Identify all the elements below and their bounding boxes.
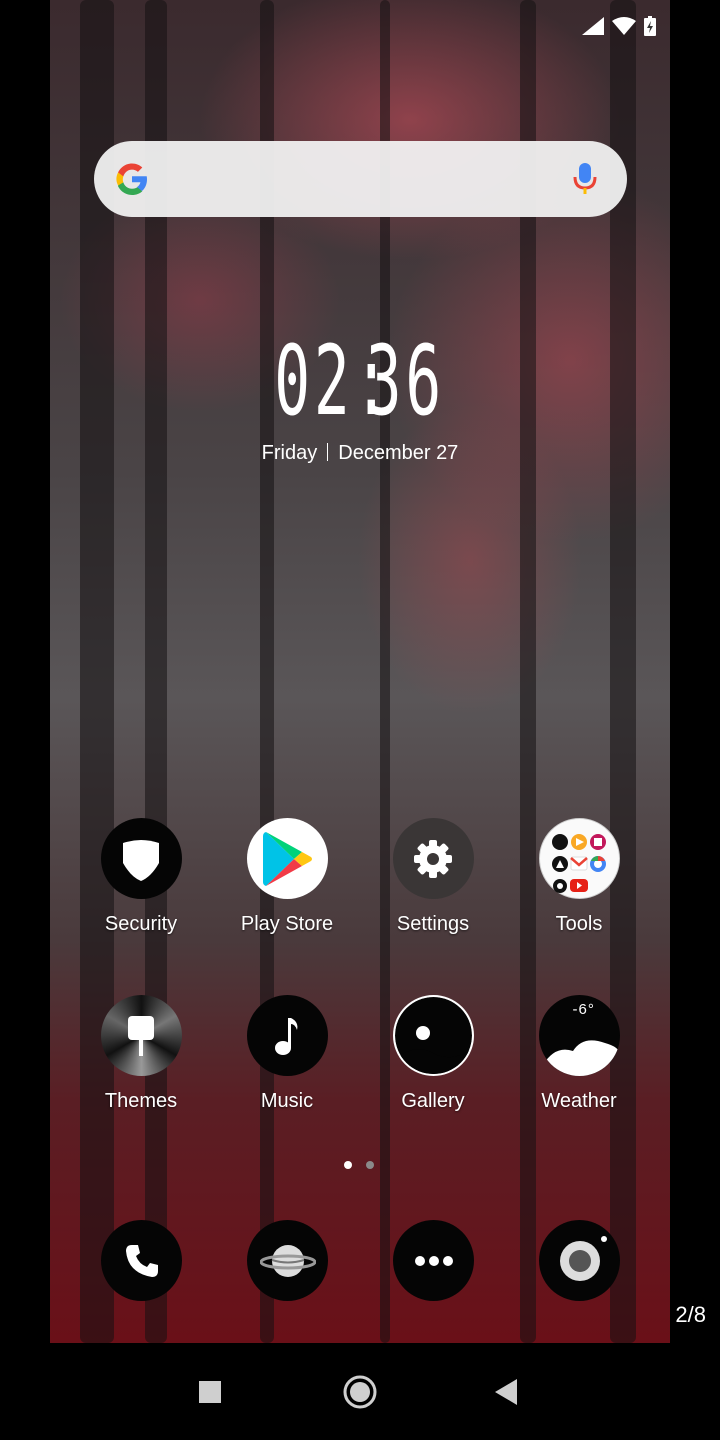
folder-label: Tools [555,913,603,935]
page-dot [366,1161,374,1169]
status-bar [582,16,656,36]
more-apps-button[interactable] [393,1220,474,1301]
google-logo [116,163,147,195]
square-icon [199,1381,221,1403]
day-label: Friday [261,442,318,464]
folder-icon [538,818,620,899]
app-settings[interactable]: Settings [360,818,506,936]
date-separator [327,443,329,461]
recents-button[interactable] [180,1362,240,1422]
gear-icon [392,818,474,899]
app-label: Music [260,1090,314,1112]
app-gallery[interactable]: Gallery [360,995,506,1113]
clock-hours: 02 [274,325,354,437]
camera-button[interactable] [539,1220,620,1301]
camera-icon [559,1235,607,1281]
app-label: Play Store [240,913,334,935]
phone-button[interactable] [101,1220,182,1301]
battery-icon [644,16,656,36]
app-label: Themes [104,1090,178,1112]
app-label: Settings [396,913,470,935]
folder-tools[interactable]: Tools [506,818,652,936]
wifi-icon [612,17,636,35]
clock-widget[interactable]: 02:36 [0,326,720,436]
app-label: Security [104,913,178,935]
home-button[interactable] [330,1362,390,1422]
phone-icon [125,1244,158,1277]
more-apps-icon [414,1255,453,1266]
browser-icon [259,1244,316,1277]
shield-icon [100,818,182,899]
app-label: Gallery [401,1090,465,1112]
home-circle-icon [343,1375,377,1409]
paint-roller-icon [100,995,182,1076]
screenshot-counter: 2/8 [675,1302,706,1327]
app-weather[interactable]: -6° Weather [506,995,652,1113]
page-indicator [344,1161,374,1169]
app-security[interactable]: Security [68,818,214,936]
clock-colon: : [353,325,394,437]
weather-icon: -6° [538,995,620,1076]
back-triangle-icon [495,1379,517,1405]
google-search-bar[interactable] [94,141,627,217]
clock-minutes: 36 [366,325,446,437]
gallery-icon [392,995,474,1076]
app-label: Weather [541,1090,617,1112]
app-play-store[interactable]: Play Store [214,818,360,936]
app-themes[interactable]: Themes [68,995,214,1113]
back-button[interactable] [476,1362,536,1422]
browser-button[interactable] [247,1220,328,1301]
signal-icon [582,17,604,35]
app-music[interactable]: Music [214,995,360,1113]
page-dot-active [344,1161,352,1169]
music-note-icon [246,995,328,1076]
date-line[interactable]: Friday December 27 [0,442,720,465]
date-label: December 27 [338,442,459,464]
mic-icon[interactable] [573,161,597,197]
play-store-icon [246,818,328,899]
